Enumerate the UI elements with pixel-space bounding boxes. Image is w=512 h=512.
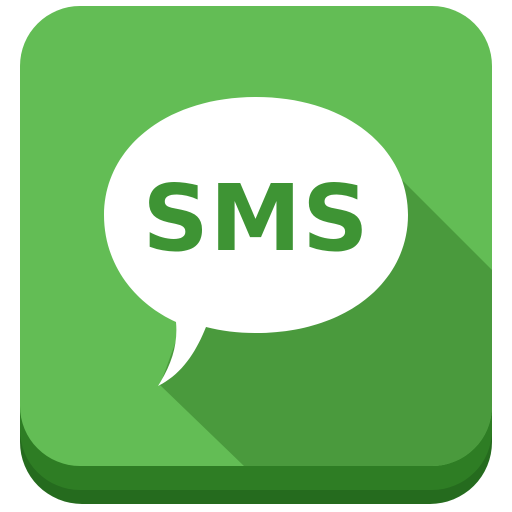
sms-message-icon[interactable]: SMS xyxy=(0,0,512,512)
app-icon-stage: SMS xyxy=(0,0,512,512)
sms-label: SMS xyxy=(142,165,369,272)
